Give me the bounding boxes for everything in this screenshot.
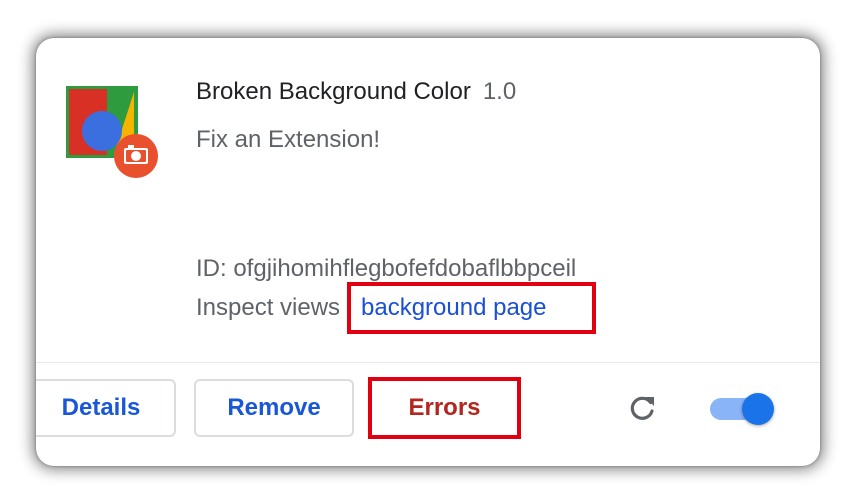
extension-logo-icon [64, 84, 160, 180]
toggle-knob [742, 393, 774, 425]
enable-toggle[interactable] [708, 392, 774, 426]
extension-description: Fix an Extension! [196, 126, 381, 153]
extension-card: Broken Background Color 1.0 Fix an Extens… [36, 38, 820, 466]
camera-badge-icon [114, 134, 158, 178]
background-page-link[interactable]: background page [361, 294, 546, 322]
extension-title-row: Broken Background Color 1.0 [196, 78, 516, 106]
extension-name: Broken Background Color [196, 78, 471, 105]
remove-button[interactable]: Remove [194, 379, 354, 437]
errors-button[interactable]: Errors [373, 379, 516, 437]
extension-version: 1.0 [482, 78, 517, 105]
details-button[interactable]: Details [36, 379, 176, 437]
actions-divider [36, 362, 820, 363]
reload-icon[interactable] [626, 393, 658, 425]
inspect-views-label: Inspect views [196, 294, 341, 321]
extension-id: ID: ofgjihomihflegbofefdobaflbbpceil [196, 255, 577, 282]
screenshot-stage: Broken Background Color 1.0 Fix an Extens… [0, 0, 856, 502]
